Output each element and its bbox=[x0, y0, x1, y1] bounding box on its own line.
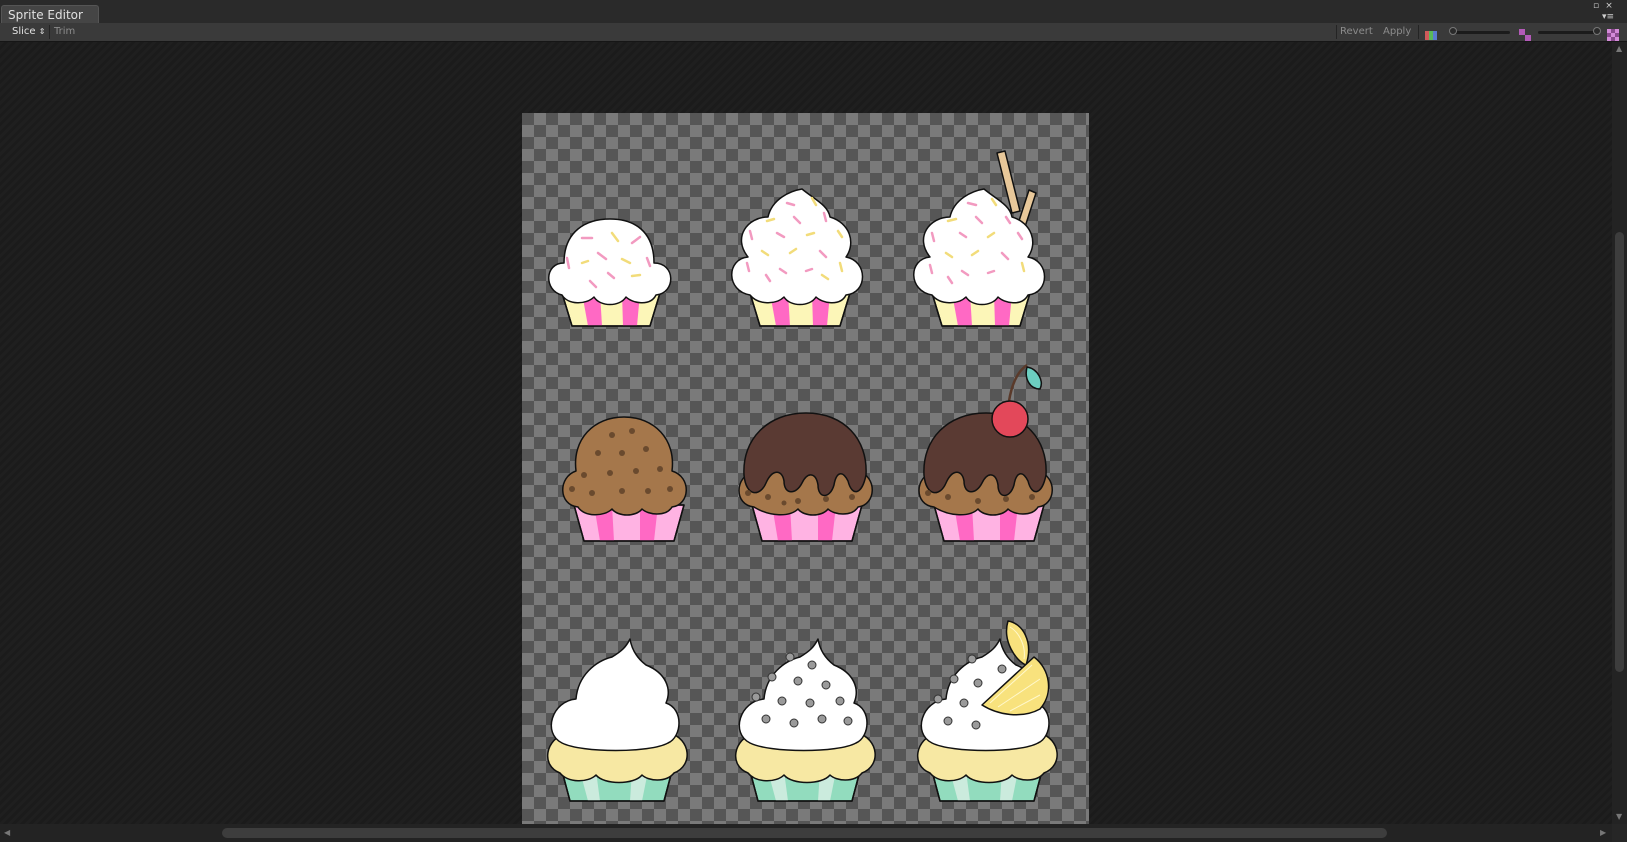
dropdown-arrow-icon: ⇕ bbox=[38, 27, 46, 36]
sprite-editor-toolbar: Slice ⇕ Trim Revert Apply bbox=[0, 23, 1627, 42]
cupcake-sprite[interactable] bbox=[913, 150, 1046, 327]
slice-label: Slice bbox=[12, 26, 36, 37]
revert-button[interactable]: Revert bbox=[1340, 23, 1373, 41]
cupcake-sprite[interactable] bbox=[562, 416, 687, 542]
scroll-right-icon[interactable]: ▶ bbox=[1600, 828, 1606, 837]
cupcake-sprite[interactable] bbox=[731, 188, 864, 327]
vertical-scrollbar[interactable]: ▲ ▼ bbox=[1612, 42, 1627, 824]
scrollbar-corner bbox=[1612, 824, 1627, 842]
window-menu-icon[interactable]: ▾≡ bbox=[1598, 12, 1618, 23]
horizontal-scrollbar[interactable]: ◀ ▶ bbox=[0, 824, 1612, 842]
toolbar-separator bbox=[49, 25, 50, 39]
cupcake-sprite[interactable] bbox=[734, 638, 876, 802]
mip-slider-handle[interactable] bbox=[1593, 27, 1601, 35]
horizontal-scroll-thumb[interactable] bbox=[222, 828, 1387, 838]
alpha-checker-icon[interactable] bbox=[1607, 26, 1619, 41]
apply-button[interactable]: Apply bbox=[1383, 23, 1411, 41]
vertical-scroll-thumb[interactable] bbox=[1615, 232, 1624, 672]
cupcake-sprite[interactable] bbox=[916, 620, 1058, 802]
mip-level-icon[interactable] bbox=[1519, 26, 1531, 41]
scroll-down-icon[interactable]: ▼ bbox=[1616, 812, 1622, 821]
cupcake-sprite[interactable] bbox=[738, 412, 873, 542]
toolbar-separator bbox=[1418, 25, 1419, 39]
scroll-left-icon[interactable]: ◀ bbox=[4, 828, 10, 837]
tab-sprite-editor[interactable]: Sprite Editor bbox=[1, 5, 99, 23]
close-icon[interactable]: × bbox=[1603, 1, 1615, 12]
zoom-slider-track[interactable] bbox=[1450, 31, 1510, 34]
tab-title: Sprite Editor bbox=[8, 8, 83, 22]
cupcake-sprite[interactable] bbox=[546, 638, 688, 802]
zoom-slider-handle[interactable] bbox=[1449, 27, 1457, 35]
sprite-sheet-texture[interactable] bbox=[522, 113, 1089, 835]
cupcake-sprite[interactable] bbox=[918, 363, 1053, 542]
sprite-sheet-art bbox=[546, 150, 1058, 802]
mip-slider-track[interactable] bbox=[1538, 31, 1598, 34]
trim-button[interactable]: Trim bbox=[54, 23, 75, 41]
toolbar-separator bbox=[1336, 25, 1337, 39]
window-tab-bar: Sprite Editor ▫ × ▾≡ bbox=[0, 0, 1627, 23]
cupcake-sprite[interactable] bbox=[548, 218, 672, 327]
slice-dropdown[interactable]: Slice ⇕ bbox=[12, 23, 45, 41]
maximize-icon[interactable]: ▫ bbox=[1590, 1, 1602, 12]
scroll-up-icon[interactable]: ▲ bbox=[1616, 44, 1622, 53]
rgb-channel-icon[interactable] bbox=[1425, 26, 1437, 40]
texture-viewport[interactable] bbox=[0, 42, 1612, 835]
